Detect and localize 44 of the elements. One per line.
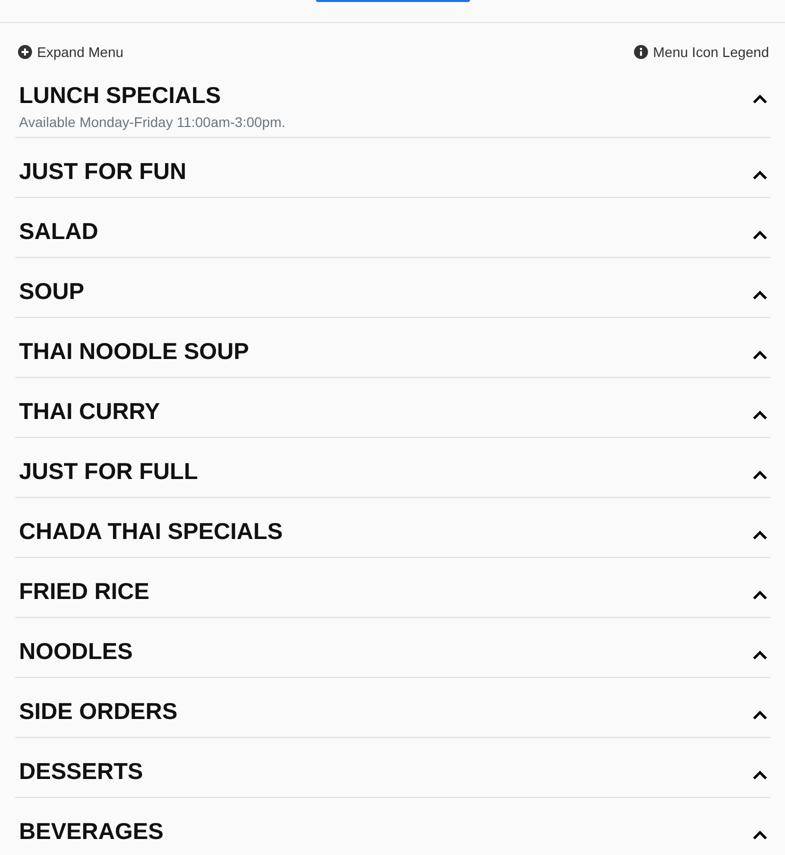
- chevron-up-icon[interactable]: [752, 650, 768, 660]
- menu-section[interactable]: THAI CURRY: [15, 378, 770, 438]
- menu-section[interactable]: NOODLES: [15, 618, 770, 678]
- chevron-up-icon[interactable]: [752, 830, 768, 840]
- section-title: LUNCH SPECIALS: [19, 81, 221, 110]
- plus-circle-icon: [18, 44, 32, 58]
- chevron-up-icon[interactable]: [752, 290, 768, 300]
- menu-section[interactable]: SALAD: [15, 198, 770, 258]
- chevron-up-icon[interactable]: [752, 470, 768, 480]
- section-title: THAI CURRY: [19, 397, 160, 426]
- section-title: SIDE ORDERS: [19, 697, 178, 726]
- chevron-up-icon[interactable]: [752, 590, 768, 600]
- menu-section[interactable]: DESSERTS: [15, 738, 770, 798]
- section-title: CHADA THAI SPECIALS: [19, 517, 283, 546]
- menu-section[interactable]: SOUP: [15, 258, 770, 318]
- menu-icon-legend-link[interactable]: Menu Icon Legend: [634, 44, 769, 60]
- chevron-up-icon[interactable]: [752, 350, 768, 360]
- section-title: FRIED RICE: [19, 577, 150, 606]
- chevron-up-icon[interactable]: [752, 770, 768, 780]
- section-title: BEVERAGES: [19, 817, 164, 846]
- menu-section[interactable]: SIDE ORDERS: [15, 678, 770, 738]
- section-title: SALAD: [19, 217, 98, 246]
- section-title: SOUP: [19, 277, 84, 306]
- chevron-up-icon[interactable]: [752, 170, 768, 180]
- menu-section[interactable]: BEVERAGES: [15, 798, 770, 855]
- chevron-up-icon[interactable]: [752, 230, 768, 240]
- section-title: NOODLES: [19, 637, 133, 666]
- section-title: JUST FOR FUN: [19, 157, 186, 186]
- expand-menu-link[interactable]: Expand Menu: [18, 44, 124, 60]
- chevron-up-icon[interactable]: [752, 94, 768, 104]
- section-title: DESSERTS: [19, 757, 143, 786]
- menu-section[interactable]: FRIED RICE: [15, 558, 770, 618]
- menu-section[interactable]: LUNCH SPECIALS Available Monday-Friday 11:00am-3:00pm.: [15, 80, 770, 138]
- menu-section[interactable]: THAI NOODLE SOUP: [15, 318, 770, 378]
- section-title: JUST FOR FULL: [19, 457, 198, 486]
- section-title: THAI NOODLE SOUP: [19, 337, 250, 366]
- info-icon: [634, 44, 648, 58]
- menu-section[interactable]: JUST FOR FUN: [15, 138, 770, 198]
- menu-section[interactable]: CHADA THAI SPECIALS: [15, 498, 770, 558]
- chevron-up-icon[interactable]: [752, 710, 768, 720]
- menu-section[interactable]: JUST FOR FULL: [15, 438, 770, 498]
- chevron-up-icon[interactable]: [752, 530, 768, 540]
- chevron-up-icon[interactable]: [752, 410, 768, 420]
- section-note: Available Monday-Friday 11:00am-3:00pm.: [19, 113, 286, 132]
